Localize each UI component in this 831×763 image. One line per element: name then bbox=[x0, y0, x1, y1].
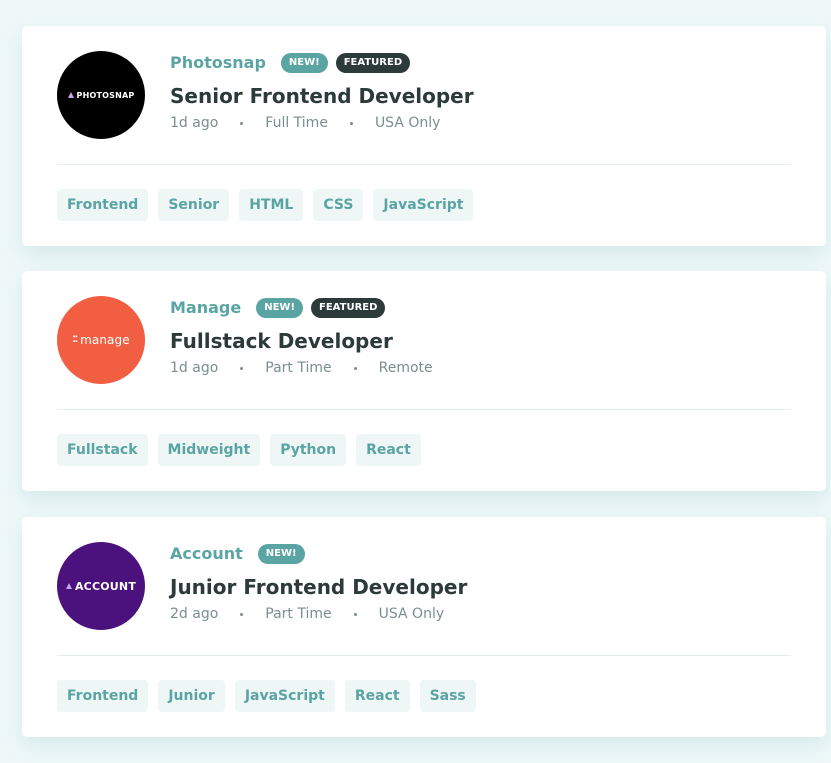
tag-frontend[interactable]: Frontend bbox=[57, 189, 149, 221]
tag-css[interactable]: CSS bbox=[313, 189, 364, 221]
posted-at: 1d ago bbox=[170, 115, 219, 131]
featured-badge: FEATURED bbox=[311, 297, 386, 318]
tag-junior[interactable]: Junior bbox=[158, 680, 225, 712]
new-badge: NEW! bbox=[257, 543, 305, 564]
tag-html[interactable]: HTML bbox=[239, 189, 304, 221]
company-name[interactable]: Account bbox=[170, 544, 243, 563]
job-card-account: ACCOUNT Account NEW! Junior Frontend Dev… bbox=[22, 517, 826, 737]
job-title[interactable]: Fullstack Developer bbox=[170, 327, 433, 355]
manage-mark-icon: ⁚⁚ bbox=[72, 334, 78, 345]
account-mark-icon bbox=[65, 583, 72, 589]
job-location: Remote bbox=[378, 360, 433, 376]
separator-dot bbox=[353, 366, 357, 370]
tag-fullstack[interactable]: Fullstack bbox=[57, 434, 148, 466]
job-meta: 1d ago Full Time USA Only bbox=[170, 115, 474, 131]
job-meta: 1d ago Part Time Remote bbox=[170, 360, 433, 376]
logo-text: manage bbox=[80, 333, 130, 347]
contract-type: Part Time bbox=[265, 606, 332, 622]
logo-text: ACCOUNT bbox=[74, 579, 137, 593]
company-logo-manage: ⁚⁚ manage bbox=[57, 296, 145, 384]
job-meta: 2d ago Part Time USA Only bbox=[170, 606, 467, 622]
company-name[interactable]: Manage bbox=[170, 298, 241, 317]
contract-type: Part Time bbox=[265, 360, 332, 376]
job-title[interactable]: Senior Frontend Developer bbox=[170, 82, 474, 110]
company-logo-photosnap: PHOTOSNAP bbox=[57, 51, 145, 139]
separator-dot bbox=[240, 366, 244, 370]
new-badge: NEW! bbox=[280, 52, 328, 73]
separator-dot bbox=[353, 612, 357, 616]
card-divider bbox=[57, 655, 791, 656]
company-row: Manage NEW! FEATURED bbox=[170, 295, 433, 320]
tag-senior[interactable]: Senior bbox=[158, 189, 230, 221]
tag-list: Fullstack Midweight Python React bbox=[57, 434, 421, 466]
tag-frontend[interactable]: Frontend bbox=[57, 680, 149, 712]
job-details: Account NEW! Junior Frontend Developer 2… bbox=[170, 541, 467, 622]
tag-midweight[interactable]: Midweight bbox=[157, 434, 261, 466]
job-card-photosnap: PHOTOSNAP Photosnap NEW! FEATURED Senior… bbox=[22, 26, 826, 246]
separator-dot bbox=[240, 612, 244, 616]
job-details: Manage NEW! FEATURED Fullstack Developer… bbox=[170, 295, 433, 376]
tag-react[interactable]: React bbox=[344, 680, 410, 712]
job-details: Photosnap NEW! FEATURED Senior Frontend … bbox=[170, 50, 474, 131]
posted-at: 1d ago bbox=[170, 360, 219, 376]
photosnap-mark-icon bbox=[67, 92, 74, 98]
tag-list: Frontend Junior JavaScript React Sass bbox=[57, 680, 476, 712]
posted-at: 2d ago bbox=[170, 606, 219, 622]
job-card-manage: ⁚⁚ manage Manage NEW! FEATURED Fullstack… bbox=[22, 271, 826, 491]
tag-react[interactable]: React bbox=[356, 434, 421, 466]
separator-dot bbox=[349, 121, 353, 125]
new-badge: NEW! bbox=[256, 297, 304, 318]
company-row: Photosnap NEW! FEATURED bbox=[170, 50, 474, 75]
tag-python[interactable]: Python bbox=[270, 434, 347, 466]
job-location: USA Only bbox=[378, 606, 445, 622]
contract-type: Full Time bbox=[265, 115, 328, 131]
company-name[interactable]: Photosnap bbox=[170, 53, 266, 72]
card-divider bbox=[57, 409, 791, 410]
tag-javascript[interactable]: JavaScript bbox=[234, 680, 335, 712]
company-row: Account NEW! bbox=[170, 541, 467, 566]
card-divider bbox=[57, 164, 791, 165]
tag-list: Frontend Senior HTML CSS JavaScript bbox=[57, 189, 474, 221]
company-logo-account: ACCOUNT bbox=[57, 542, 145, 630]
job-location: USA Only bbox=[374, 115, 441, 131]
featured-badge: FEATURED bbox=[335, 52, 411, 73]
tag-javascript[interactable]: JavaScript bbox=[373, 189, 474, 221]
job-title[interactable]: Junior Frontend Developer bbox=[170, 573, 467, 601]
logo-text: PHOTOSNAP bbox=[76, 90, 135, 100]
tag-sass[interactable]: Sass bbox=[419, 680, 476, 712]
separator-dot bbox=[240, 121, 244, 125]
